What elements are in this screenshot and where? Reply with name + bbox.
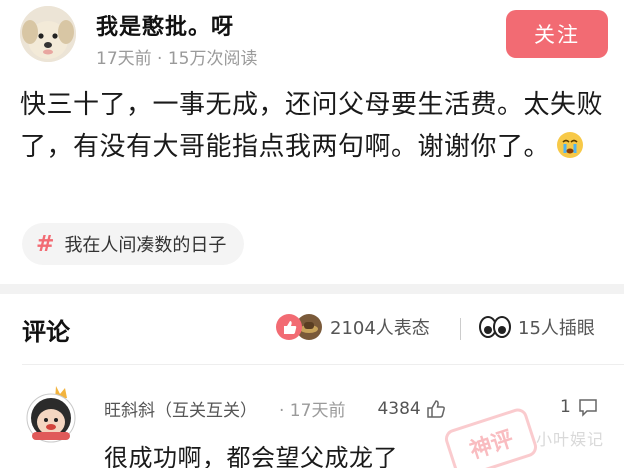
- eyes-icon: [478, 314, 512, 340]
- header-divider: [460, 318, 461, 340]
- comment-reply-button[interactable]: 1: [560, 396, 599, 418]
- top-comment-stamp: 神评: [442, 405, 540, 468]
- watchers-count: 15人插眼: [518, 318, 595, 339]
- topic-tag[interactable]: # 我在人间凑数的日子: [22, 223, 245, 265]
- section-divider: [0, 284, 624, 294]
- watermark: 小叶娱记: [536, 430, 605, 449]
- post-text: 快三十了，一事无成，还问父母要生活费。太失败了，有没有大哥能指点我两句啊。谢谢你…: [20, 90, 604, 162]
- comments-header: 评论 2104人表态 15人插眼: [0, 294, 624, 364]
- post-header: 我是憨批。呀 17天前 · 15万次阅读 关注: [0, 0, 624, 80]
- comment-item: 旺斜斜（互关互关） · 17天前 4384 1 很成功啊，都会望父成龙了 神评: [0, 370, 624, 468]
- comment-like-button[interactable]: 4384: [377, 398, 446, 420]
- crying-emoji-icon: [556, 130, 584, 158]
- thumbs-up-icon: [425, 398, 447, 420]
- comment-text: 很成功啊，都会望父成龙了: [104, 444, 398, 468]
- follow-button[interactable]: 关注: [506, 10, 608, 58]
- reactions-summary[interactable]: 2104人表态: [276, 314, 430, 340]
- watchers-summary[interactable]: 15人插眼: [478, 314, 595, 340]
- author-avatar[interactable]: [20, 6, 76, 62]
- hash-icon: #: [36, 231, 55, 257]
- topic-label: 我在人间凑数的日子: [64, 235, 227, 256]
- commenter-name[interactable]: 旺斜斜（互关互关）: [104, 396, 257, 421]
- speech-bubble-icon: [577, 396, 599, 418]
- post-meta: 17天前 · 15万次阅读: [96, 49, 258, 69]
- crowned-avatar-icon: [26, 386, 76, 443]
- reactions-count: 2104人表态: [330, 318, 430, 339]
- comments-title: 评论: [22, 318, 70, 346]
- thumbs-up-reaction-icon: [276, 314, 302, 340]
- dog-avatar-icon: [20, 6, 76, 62]
- comment-replies-count: 1: [560, 397, 571, 417]
- comment-divider: [22, 364, 624, 365]
- commenter-avatar[interactable]: [20, 382, 82, 444]
- comment-time: · 17天前: [279, 401, 346, 421]
- author-name[interactable]: 我是憨批。呀: [96, 9, 234, 41]
- comment-meta: 旺斜斜（互关互关） · 17天前 4384: [104, 396, 447, 421]
- comment-likes-count: 4384: [377, 398, 421, 419]
- post-body: 快三十了，一事无成，还问父母要生活费。太失败了，有没有大哥能指点我两句啊。谢谢你…: [20, 84, 610, 168]
